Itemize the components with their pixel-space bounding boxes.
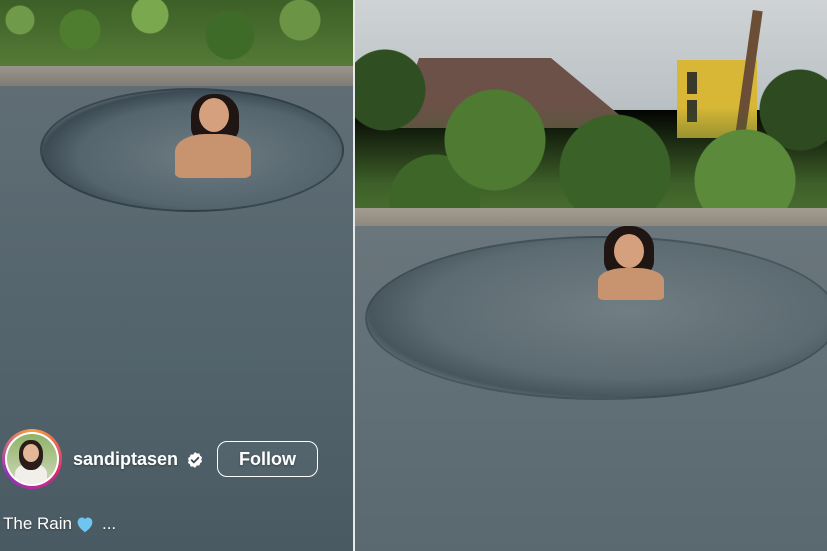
water-ripple (365, 236, 827, 400)
pool-ledge (0, 66, 353, 88)
swimming-woman (598, 226, 664, 300)
light-blue-heart-icon (77, 517, 93, 533)
follow-button[interactable]: Follow (217, 441, 318, 477)
right-photo-panel (355, 0, 827, 551)
caption-more[interactable]: ... (102, 514, 116, 534)
verified-badge-icon (187, 452, 203, 468)
caption-text: The Rain (3, 514, 72, 533)
jungle-foliage (0, 0, 353, 70)
post-caption[interactable]: The Rain ... (3, 514, 116, 534)
swimming-woman (175, 94, 251, 180)
garden-foliage (355, 30, 827, 222)
profile-avatar[interactable] (2, 429, 62, 489)
username-link[interactable]: sandiptasen (73, 449, 178, 470)
